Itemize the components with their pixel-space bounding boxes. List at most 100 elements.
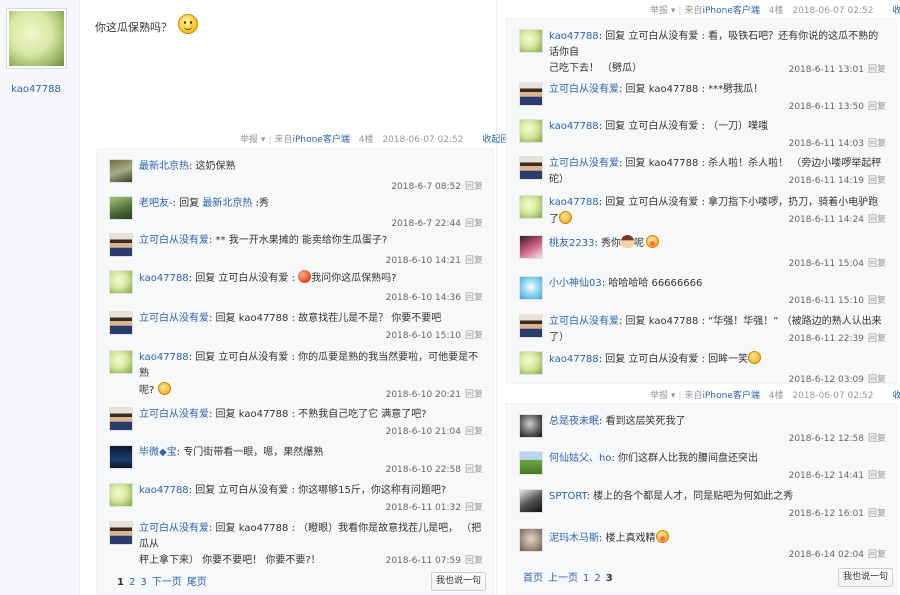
reply-link[interactable]: 回复 (465, 390, 483, 400)
reply-time: 2018-6-12 12:58 (788, 434, 864, 444)
reply-username[interactable]: 泥玛木马斯 (549, 533, 599, 544)
reply-time: 2018-6-11 07:59 (385, 556, 461, 566)
reply-username[interactable]: 立可白从没有爱 (139, 409, 209, 420)
reply-link[interactable]: 回复 (465, 256, 483, 266)
reply-username[interactable]: 桃友2233 (549, 238, 594, 249)
reply-username[interactable]: kao47788 (139, 485, 189, 496)
user-avatar[interactable] (109, 233, 133, 257)
report-link[interactable]: 举报 ▾ (240, 135, 265, 145)
user-avatar[interactable] (519, 119, 543, 143)
client-link[interactable]: iPhone客户端 (292, 135, 349, 145)
reply-username[interactable]: 立可白从没有爱 (549, 84, 619, 95)
reply-username[interactable]: 最新北京热 (139, 161, 189, 172)
reply-username[interactable]: 立可白从没有爱 (549, 316, 619, 327)
reply-link[interactable]: 回复 (465, 293, 483, 303)
client-link[interactable]: iPhone客户端 (702, 6, 759, 16)
reply-username[interactable]: kao47788 (549, 197, 599, 208)
smile-emoticon-icon (559, 211, 572, 224)
page-1[interactable]: 1 (117, 577, 124, 588)
user-avatar[interactable] (109, 445, 133, 469)
reply-username[interactable]: kao47788 (139, 273, 189, 284)
reply-time: 2018-6-10 21:04 (385, 427, 461, 437)
page-3[interactable]: 3 (140, 577, 146, 588)
user-avatar[interactable] (519, 195, 543, 219)
reply-link[interactable]: 回复 (868, 176, 886, 186)
user-avatar[interactable] (519, 276, 543, 300)
page-1[interactable]: 1 (583, 573, 589, 584)
reply-link[interactable]: 回复 (868, 334, 886, 344)
reply-username[interactable]: SPTORT (549, 491, 587, 502)
reply-link[interactable]: 回复 (465, 219, 483, 229)
reply-username[interactable]: 立可白从没有爱 (139, 235, 209, 246)
reply-link[interactable]: 回复 (868, 471, 886, 481)
user-avatar[interactable] (109, 159, 133, 183)
user-avatar[interactable] (519, 414, 543, 438)
reply-link[interactable]: 回复 (868, 65, 886, 75)
user-avatar[interactable] (519, 528, 543, 552)
reply-link[interactable]: 回复 (868, 102, 886, 112)
reply-username[interactable]: kao47788 (139, 352, 189, 363)
user-avatar[interactable] (519, 82, 543, 106)
op-avatar[interactable] (6, 8, 67, 69)
reply-username[interactable]: kao47788 (549, 31, 599, 42)
user-avatar[interactable] (109, 521, 133, 545)
page-2[interactable]: 2 (594, 573, 600, 584)
reply-username[interactable]: 何仙姑父、ho (549, 453, 611, 464)
reply-link[interactable]: 回复 (868, 296, 886, 306)
report-link[interactable]: 举报 ▾ (650, 6, 675, 16)
reply-username[interactable]: kao47788 (549, 121, 599, 132)
prev-page-link[interactable]: 上一页 (548, 573, 578, 584)
user-avatar[interactable] (109, 196, 133, 220)
reply-link[interactable]: 回复 (868, 509, 886, 519)
user-avatar[interactable] (519, 29, 543, 53)
reply-username[interactable]: 毕微◆宝 (139, 447, 177, 458)
user-avatar[interactable] (519, 156, 543, 180)
reply-link[interactable]: 回复 (868, 259, 886, 269)
reply-item: 何仙姑父、ho: 你们这群人比我的腰间盘还突出 2018-6-12 14:41 回… (507, 451, 896, 487)
reply-item: kao47788: 回复 立可白从没有爱 : （一刀）噗嗤 2018-6-11 … (507, 119, 896, 155)
reply-username[interactable]: 立可白从没有爱 (139, 313, 209, 324)
reply-link[interactable]: 回复 (868, 375, 886, 385)
reply-username[interactable]: 总是夜未眠 (549, 416, 599, 427)
reply-username[interactable]: 立可白从没有爱 (549, 158, 619, 169)
user-avatar[interactable] (519, 489, 543, 513)
last-page-link[interactable]: 尾页 (187, 577, 207, 588)
reply-time: 2018-6-10 22:58 (385, 465, 461, 475)
reply-link[interactable]: 回复 (868, 215, 886, 225)
next-page-link[interactable]: 下一页 (152, 577, 182, 588)
reply-link[interactable]: 回复 (868, 550, 886, 560)
reply-link[interactable]: 回复 (465, 182, 483, 192)
reply-link[interactable]: 回复 (465, 556, 483, 566)
user-avatar[interactable] (519, 451, 543, 475)
fold-reply-link[interactable]: 收起回复 (892, 391, 900, 401)
reply-username[interactable]: 小小神仙03 (549, 278, 602, 289)
client-link[interactable]: iPhone客户端 (702, 391, 759, 401)
user-avatar[interactable] (109, 270, 133, 294)
reply-link[interactable]: 回复 (465, 503, 483, 513)
user-avatar[interactable] (519, 314, 543, 338)
reply-link[interactable]: 回复 (465, 427, 483, 437)
op-username[interactable]: kao47788 (0, 84, 72, 95)
user-avatar[interactable] (109, 407, 133, 431)
fold-reply-link[interactable]: 收起回复 (892, 6, 900, 16)
report-link[interactable]: 举报 ▾ (650, 391, 675, 401)
say-something-button[interactable]: 我也说一句 (431, 572, 486, 591)
user-avatar[interactable] (519, 351, 543, 375)
user-avatar[interactable] (109, 483, 133, 507)
reply-target-username[interactable]: 最新北京热 (202, 198, 252, 209)
page-3[interactable]: 3 (606, 573, 613, 584)
reply-link[interactable]: 回复 (465, 465, 483, 475)
page-2[interactable]: 2 (129, 577, 135, 588)
user-avatar[interactable] (109, 311, 133, 335)
reply-username[interactable]: 立可白从没有爱 (139, 523, 209, 534)
reply-link[interactable]: 回复 (868, 434, 886, 444)
user-avatar[interactable] (519, 235, 543, 259)
reply-link[interactable]: 回复 (868, 139, 886, 149)
first-page-link[interactable]: 首页 (523, 573, 543, 584)
say-something-button[interactable]: 我也说一句 (838, 568, 893, 587)
user-avatar[interactable] (109, 350, 133, 374)
reply-username[interactable]: 老吧友- (139, 198, 173, 209)
reply-text: : 看到这层笑死我了 (599, 416, 686, 427)
reply-link[interactable]: 回复 (465, 331, 483, 341)
reply-username[interactable]: kao47788 (549, 354, 599, 365)
